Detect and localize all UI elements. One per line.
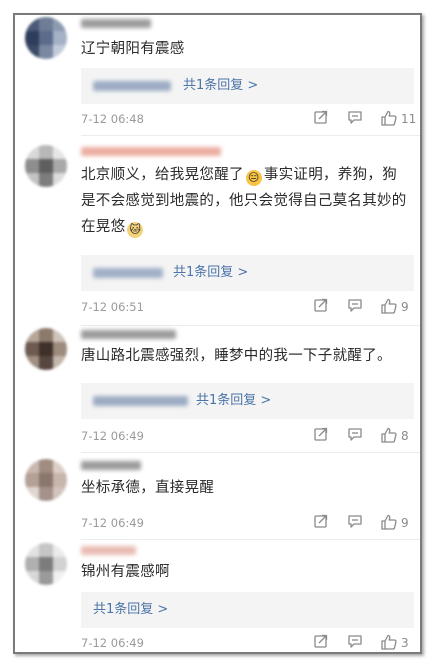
like-button[interactable]: 8 — [380, 426, 420, 448]
comment-time: 7-12 06:49 — [81, 429, 144, 443]
thumbs-up-icon — [381, 110, 397, 126]
like-count: 8 — [401, 429, 409, 443]
comment-meta: 7-12 06:51 9 — [15, 297, 420, 319]
comment-time: 7-12 06:48 — [81, 112, 144, 126]
like-count: 9 — [401, 516, 409, 530]
avatar[interactable] — [25, 328, 67, 370]
username-redacted[interactable] — [81, 19, 151, 28]
divider — [81, 135, 420, 136]
reply-preview[interactable]: 共1条回复 > — [81, 255, 414, 291]
reply-preview[interactable]: 共1条回复 > — [81, 68, 414, 104]
view-replies-link[interactable]: 共1条回复 > — [93, 592, 168, 628]
comment-text: 坐标承德，直接晃醒 — [81, 480, 215, 496]
reply-preview[interactable]: 共1条回复 > — [81, 592, 414, 628]
comment-icon[interactable] — [347, 109, 363, 131]
reply-username-redacted — [93, 81, 171, 91]
reply-preview[interactable]: 共1条回复 > — [81, 383, 414, 419]
username-redacted[interactable] — [81, 147, 221, 156]
view-replies-link[interactable]: 共1条回复 > — [196, 383, 271, 419]
avatar[interactable] — [25, 17, 67, 59]
share-icon[interactable] — [313, 633, 329, 652]
reply-username-redacted — [93, 396, 188, 406]
comment-text-part: 北京顺义，给我晃您醒了 — [81, 167, 244, 183]
like-count: 11 — [401, 112, 417, 126]
like-button[interactable]: 9 — [380, 297, 420, 319]
avatar[interactable] — [25, 459, 67, 501]
like-button[interactable]: 3 — [380, 633, 420, 652]
emoji-icon: 😑 — [245, 170, 262, 186]
comment-meta: 7-12 06:49 9 — [15, 513, 420, 535]
comment-icon[interactable] — [347, 633, 363, 652]
comment-meta: 7-12 06:49 8 — [15, 426, 420, 448]
like-button[interactable]: 9 — [380, 513, 420, 535]
divider — [81, 452, 420, 453]
share-icon[interactable] — [313, 513, 329, 535]
comment-text: 辽宁朝阳有震感 — [81, 41, 185, 57]
like-count: 9 — [401, 300, 409, 314]
share-icon[interactable] — [313, 426, 329, 448]
divider — [81, 325, 420, 326]
like-count: 3 — [401, 636, 409, 650]
divider — [81, 539, 420, 540]
avatar[interactable] — [25, 543, 67, 585]
share-icon[interactable] — [313, 297, 329, 319]
comment-time: 7-12 06:51 — [81, 300, 144, 314]
comment-text: 锦州有震感啊 — [81, 564, 170, 580]
share-icon[interactable] — [313, 109, 329, 131]
comment-icon[interactable] — [347, 513, 363, 535]
comment-text: 唐山路北震感强烈，睡梦中的我一下子就醒了。 — [81, 348, 392, 364]
thumbs-up-icon — [381, 298, 397, 314]
thumbs-up-icon — [381, 427, 397, 443]
comment-time: 7-12 06:49 — [81, 516, 144, 530]
thumbs-up-icon — [381, 634, 397, 650]
username-redacted[interactable] — [81, 546, 136, 555]
emoji-icon: 🐱 — [127, 222, 144, 238]
comment-icon[interactable] — [347, 426, 363, 448]
avatar[interactable] — [25, 145, 67, 187]
view-replies-link[interactable]: 共1条回复 > — [173, 255, 248, 291]
comment-time: 7-12 06:49 — [81, 636, 144, 650]
comment-icon[interactable] — [347, 297, 363, 319]
comment-meta: 7-12 06:49 3 — [15, 633, 420, 652]
username-redacted[interactable] — [81, 330, 176, 339]
comment-list: 辽宁朝阳有震感 共1条回复 > 7-12 06:48 11 北京顺义，给我晃您醒… — [13, 13, 422, 654]
view-replies-link[interactable]: 共1条回复 > — [183, 68, 258, 104]
username-redacted[interactable] — [81, 461, 141, 470]
comment-text: 北京顺义，给我晃您醒了 😑 事实证明，养狗，狗是不会感觉到地震的，他只会觉得自己莫名… — [81, 162, 411, 240]
thumbs-up-icon — [381, 514, 397, 530]
comment-meta: 7-12 06:48 11 — [15, 109, 420, 131]
reply-username-redacted — [93, 268, 163, 278]
like-button[interactable]: 11 — [380, 109, 420, 131]
